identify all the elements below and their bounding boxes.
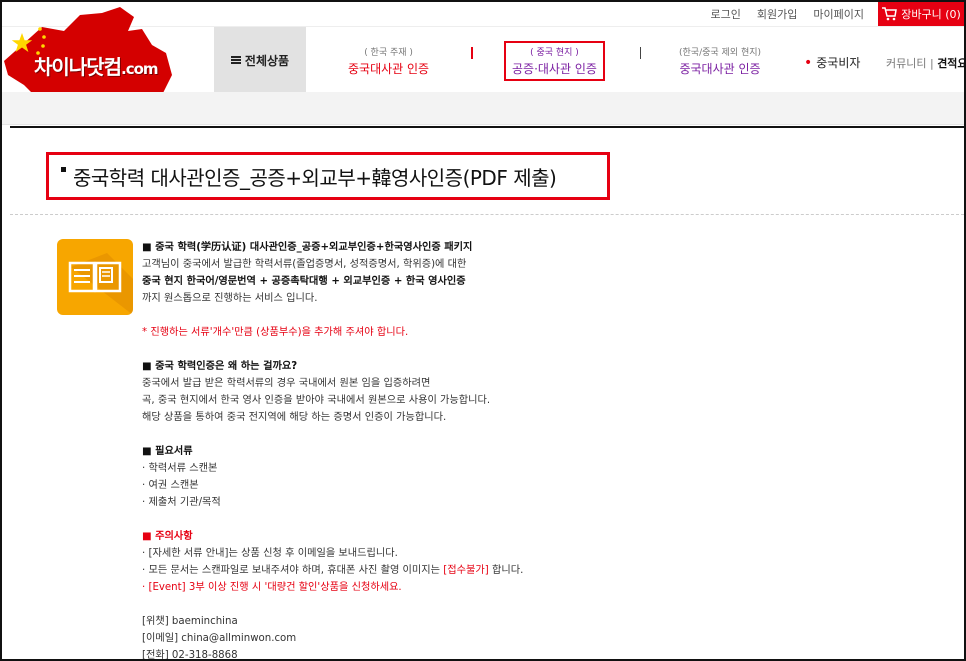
section-heading: ■ 필요서류: [142, 446, 193, 457]
not-accepted-label: [접수불가]: [443, 565, 489, 576]
description-line: 고객님이 중국에서 발급한 학력서류(졸업증명서, 성적증명서, 학위증)에 대…: [142, 259, 467, 270]
description-line: 곡, 중국 현지에서 한국 영사 인증을 받아야 국내에서 원본으로 사용이 가…: [142, 395, 491, 406]
nav-label: 중국대사관 인증: [679, 62, 761, 76]
caution-line: · [자세한 서류 안내]는 상품 신청 후 이메일을 보내드립니다.: [142, 548, 398, 559]
product-title: 중국학력 대사관인증_공증+외교부+韓영사인증(PDF 제출): [73, 166, 557, 190]
nav-divider: [471, 47, 473, 59]
document-icon: [57, 239, 133, 315]
quantity-notice: * 진행하는 서류'개수'만큼 (상품부수)을 추가해 주셔야 합니다.: [142, 327, 409, 338]
hamburger-icon: [230, 56, 241, 64]
caution-line: · 모든 문서는 스캔파일로 보내주셔야 하며, 휴대폰 사진 촬영 이미지는 …: [142, 565, 524, 576]
top-links: 로그인 회원가입 마이페이지: [711, 6, 864, 22]
all-products-button[interactable]: 전체상품: [214, 27, 306, 93]
required-doc-item: · 여권 스캔본: [142, 480, 199, 491]
all-products-label: 전체상품: [244, 53, 290, 68]
description-line: 중국 현지 한국어/영문번역 + 공증촉탁대행 + 외교부인증 + 한국 영사인…: [142, 276, 466, 287]
required-doc-item: · 학력서류 스캔본: [142, 463, 218, 474]
description-line: 중국에서 발급 받은 학력서류의 경우 국내에서 원본 임을 입증하려면: [142, 378, 431, 389]
contact-phone[interactable]: [전화] 02-318-8868: [142, 647, 562, 659]
cart-icon: [882, 7, 898, 21]
nav-sub: ( 중국 현지 ): [530, 48, 579, 58]
nav-label: 중국대사관 인증: [348, 62, 430, 76]
required-doc-item: · 제출처 기관/목적: [142, 497, 221, 508]
nav-china-notary[interactable]: ( 중국 현지 ) 공증·대사관 인증: [504, 41, 605, 81]
bullet-icon: •: [804, 55, 813, 71]
section-heading: ■ 중국 학력인증은 왜 하는 걸까요?: [142, 361, 298, 372]
product-title-box: 중국학력 대사관인증_공증+외교부+韓영사인증(PDF 제출): [46, 152, 610, 200]
section-heading: ■ 주의사항: [142, 531, 193, 542]
cart-label: 장바구니 (0): [901, 8, 961, 21]
brand-name: 차이나닷컴: [34, 55, 122, 79]
section-heading: ■ 중국 학력(学历认证) 대사관인증_공증+외교부인증+한국영사인증 패키지: [142, 242, 473, 253]
contact-wechat: [위챗] baeminchina: [142, 616, 238, 627]
community-links: 커뮤니티 | 견적요청: [886, 55, 964, 71]
login-link[interactable]: 로그인: [711, 6, 741, 22]
bullet-icon: [61, 167, 66, 172]
nav-korea-embassy[interactable]: ( 한국 주재 ) 중국대사관 인증: [348, 45, 429, 77]
nav-sub: ( 한국 주재 ): [364, 48, 413, 58]
mypage-link[interactable]: 마이페이지: [813, 6, 864, 22]
visa-label: 중국비자: [816, 56, 861, 70]
browser-frame: 로그인 회원가입 마이페이지 장바구니 (0) 차이나닷컴.com 전체상품 (…: [0, 0, 966, 661]
contact-email[interactable]: [이메일] china@allminwon.com: [142, 630, 562, 647]
description-line: 해당 상품을 통하여 중국 전지역에 해당 하는 증명서 인증이 가능합니다.: [142, 412, 447, 423]
nav-sub: (한국/중국 제외 현지): [679, 48, 762, 58]
divider: [10, 214, 964, 215]
brand-suffix: .com: [121, 60, 159, 78]
event-notice: · [Event] 3부 이상 진행 시 '대량건 할인'상품을 신청하세요.: [142, 582, 402, 593]
estimate-link[interactable]: 견적요청: [937, 57, 964, 70]
signup-link[interactable]: 회원가입: [757, 6, 797, 22]
description-line: 까지 원스톱으로 진행하는 서비스 입니다.: [142, 293, 318, 304]
breadcrumb-strip: [2, 92, 964, 125]
nav-china-visa[interactable]: • 중국비자: [804, 54, 860, 71]
nav-label: 공증·대사관 인증: [512, 62, 597, 76]
cart-button[interactable]: 장바구니 (0): [878, 2, 964, 26]
nav-third-country[interactable]: (한국/중국 제외 현지) 중국대사관 인증: [679, 45, 761, 77]
community-link[interactable]: 커뮤니티 |: [886, 57, 934, 70]
divider: [10, 126, 964, 128]
nav-divider: [640, 47, 641, 59]
product-description: ■ 중국 학력(学历认证) 대사관인증_공증+외교부인증+한국영사인증 패키지 …: [142, 239, 562, 659]
main-navigation: 차이나닷컴.com 전체상품 ( 한국 주재 ) 중국대사관 인증 ( 중국 현…: [2, 7, 964, 109]
